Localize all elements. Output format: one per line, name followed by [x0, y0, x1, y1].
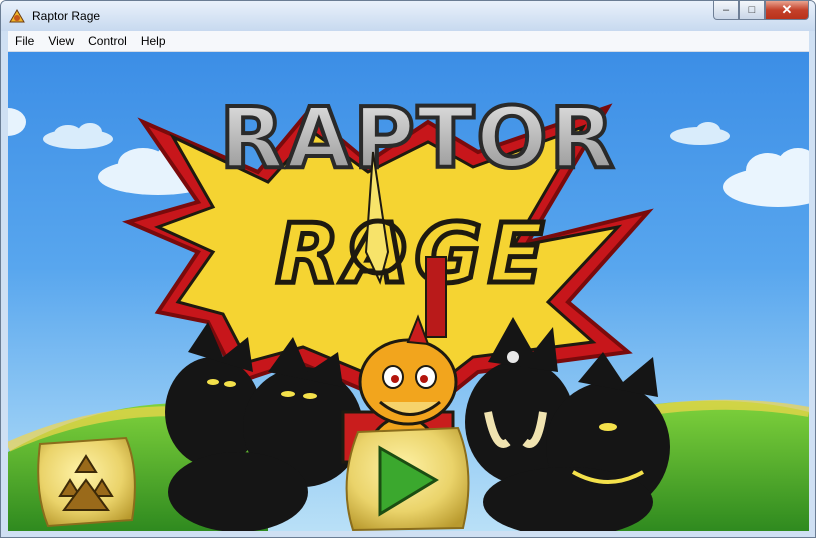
- logo-title-line1: RAPTOR: [220, 89, 617, 187]
- close-button[interactable]: ✕: [765, 1, 809, 20]
- play-button[interactable]: [345, 426, 470, 531]
- close-icon: ✕: [781, 2, 793, 17]
- minimize-button[interactable]: –: [713, 1, 739, 20]
- options-button[interactable]: [37, 436, 136, 528]
- menu-help[interactable]: Help: [134, 31, 173, 51]
- window-title: Raptor Rage: [32, 9, 101, 23]
- cloud-edge-left: [8, 108, 26, 136]
- title-bar[interactable]: Raptor Rage – □ ✕: [1, 1, 815, 31]
- game-canvas[interactable]: RAPTOR RAGE: [8, 52, 809, 531]
- raptor-app-icon: [9, 9, 25, 23]
- maximize-icon: □: [748, 4, 756, 16]
- menu-view[interactable]: View: [41, 31, 81, 51]
- minimize-icon: –: [722, 4, 730, 16]
- maximize-button[interactable]: □: [739, 1, 765, 20]
- cloud-right-large: [723, 148, 809, 207]
- menu-bar: File View Control Help: [8, 31, 809, 52]
- window-controls: – □ ✕: [713, 1, 809, 21]
- game-scene: RAPTOR RAGE: [8, 87, 809, 531]
- app-window: Raptor Rage – □ ✕ File View Control Help: [0, 0, 816, 538]
- logo-title-line2: RAGE: [276, 207, 550, 302]
- cloud-right: [670, 122, 730, 145]
- cloud-left: [43, 123, 113, 149]
- menu-file[interactable]: File: [8, 31, 41, 51]
- menu-control[interactable]: Control: [81, 31, 134, 51]
